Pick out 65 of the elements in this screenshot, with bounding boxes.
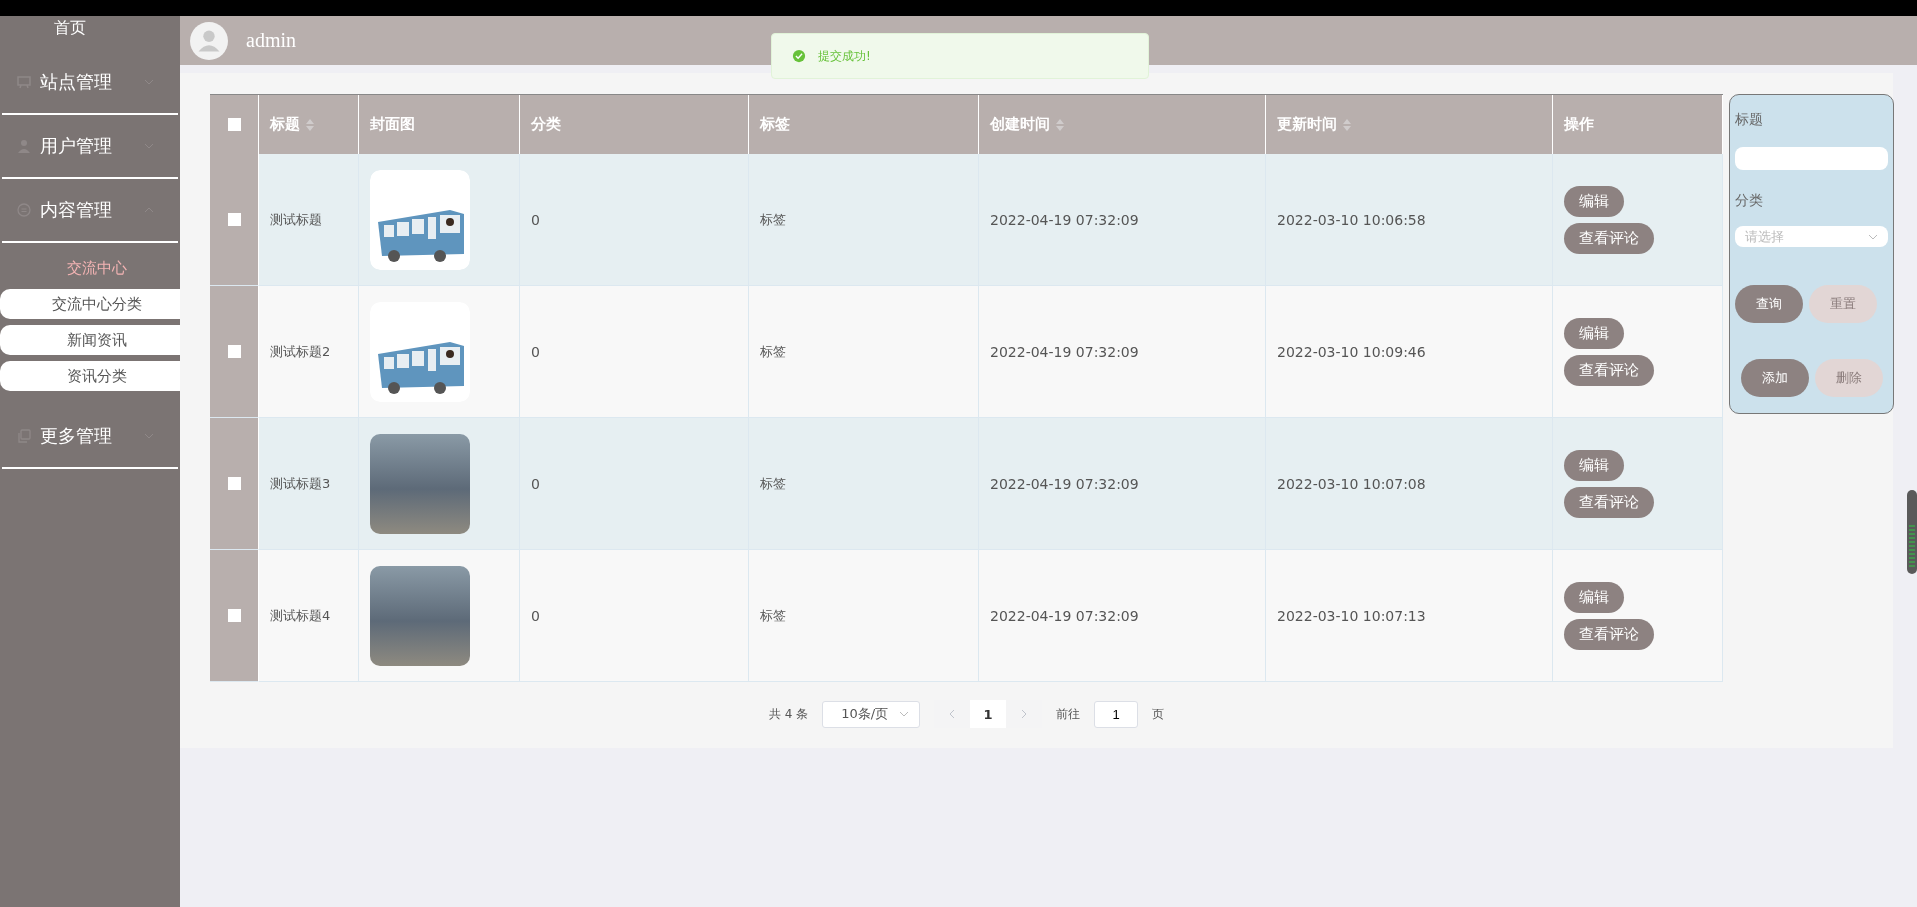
table-cell: 标签 xyxy=(760,342,786,361)
search-button[interactable]: 查询 xyxy=(1735,285,1803,323)
table-cell: 2022-03-10 10:09:46 xyxy=(1277,343,1426,360)
menu-item[interactable]: 站点管理 xyxy=(2,51,178,115)
table-cell: 测试标题3 xyxy=(270,474,331,493)
field-label: 标题 xyxy=(1735,111,1764,129)
title-input-field[interactable] xyxy=(1735,147,1888,170)
category-select[interactable]: 请选择 xyxy=(1735,226,1888,247)
goto-page-field[interactable]: 1 xyxy=(1094,700,1139,728)
total-count: 共 4 条 xyxy=(768,705,809,723)
home-link[interactable]: 首页 xyxy=(0,16,140,51)
row-checkbox[interactable] xyxy=(227,477,241,490)
submenu-item[interactable]: 交流中心分类 xyxy=(0,289,180,319)
table-cell: 2022-04-19 07:32:09 xyxy=(990,607,1139,624)
table-cell: 0 xyxy=(531,211,540,228)
table-cell: 0 xyxy=(531,475,540,492)
chevron-left-icon xyxy=(949,709,956,719)
edit-button[interactable]: 编辑 xyxy=(1564,581,1624,613)
toast-message: 提交成功! xyxy=(818,47,871,65)
table-cell: 2022-04-19 07:32:09 xyxy=(990,211,1139,228)
edit-button[interactable]: 编辑 xyxy=(1564,449,1624,481)
view-comments-button[interactable]: 查看评论 xyxy=(1564,354,1654,386)
page-suffix: 页 xyxy=(1152,705,1165,723)
table-cell: 2022-03-10 10:07:08 xyxy=(1277,475,1426,492)
row-checkbox[interactable] xyxy=(227,345,241,358)
avatar-icon xyxy=(190,21,228,60)
table-cell: 测试标题2 xyxy=(270,342,331,361)
submenu-item[interactable]: 新闻资讯 xyxy=(0,325,180,355)
chevron-down-icon xyxy=(899,711,910,717)
chevron-down-icon xyxy=(1868,233,1878,240)
field-label: 分类 xyxy=(1735,192,1764,210)
view-comments-button[interactable]: 查看评论 xyxy=(1564,222,1654,254)
menu-item[interactable]: 更多管理 xyxy=(2,405,178,469)
page-number[interactable]: 1 xyxy=(970,700,1007,728)
table-cell: 标签 xyxy=(760,210,786,229)
row-checkbox[interactable] xyxy=(227,213,241,226)
menu-item[interactable]: 用户管理 xyxy=(2,115,178,179)
view-comments-button[interactable]: 查看评论 xyxy=(1564,486,1654,518)
row-checkbox[interactable] xyxy=(227,609,241,622)
table-cell: 标签 xyxy=(760,474,786,493)
submenu-item[interactable]: 交流中心 xyxy=(0,253,180,283)
table-cell: 标签 xyxy=(760,606,786,625)
page-size-select[interactable]: 10条/页 xyxy=(822,700,921,728)
table-cell: 0 xyxy=(531,343,540,360)
table-cell: 2022-03-10 10:07:13 xyxy=(1277,607,1426,624)
table-cell: 测试标题4 xyxy=(270,606,331,625)
sort-icon[interactable] xyxy=(1056,118,1064,131)
goto-label: 前往 xyxy=(1056,705,1081,723)
edit-button[interactable]: 编辑 xyxy=(1564,317,1624,349)
success-check-icon xyxy=(792,49,806,63)
add-button[interactable]: 添加 xyxy=(1741,359,1809,397)
table-cell: 2022-04-19 07:32:09 xyxy=(990,475,1139,492)
select-all-checkbox[interactable] xyxy=(227,118,241,131)
sort-icon[interactable] xyxy=(1343,118,1351,131)
view-comments-button[interactable]: 查看评论 xyxy=(1564,618,1654,650)
chevron-right-icon xyxy=(1021,709,1028,719)
table-cell: 测试标题 xyxy=(270,210,322,229)
table-cell: 0 xyxy=(531,607,540,624)
sort-icon[interactable] xyxy=(306,118,314,131)
submenu-item[interactable]: 资讯分类 xyxy=(0,361,180,391)
table-cell: 2022-03-10 10:06:58 xyxy=(1277,211,1426,228)
table-cell: 2022-04-19 07:32:09 xyxy=(990,343,1139,360)
username: admin xyxy=(246,29,296,52)
edit-button[interactable]: 编辑 xyxy=(1564,185,1624,217)
menu-item[interactable]: 内容管理 xyxy=(2,179,178,243)
